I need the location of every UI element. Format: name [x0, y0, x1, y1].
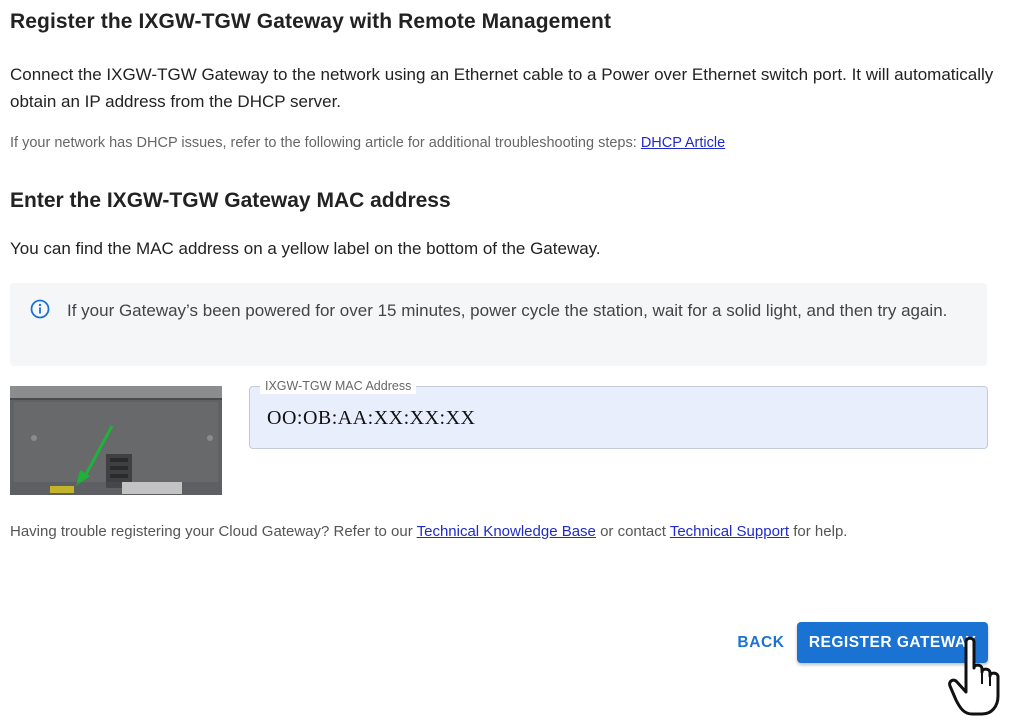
help-suffix: for help. — [789, 523, 848, 540]
dhcp-article-link[interactable]: DHCP Article — [641, 135, 725, 151]
dhcp-note: If your network has DHCP issues, refer t… — [10, 135, 725, 151]
connect-instructions: Connect the IXGW-TGW Gateway to the netw… — [10, 65, 994, 111]
technical-support-link[interactable]: Technical Support — [670, 523, 789, 540]
info-alert-text: If your Gateway’s been powered for over … — [67, 301, 948, 320]
dhcp-note-text: If your network has DHCP issues, refer t… — [10, 135, 641, 151]
gateway-label-image — [10, 386, 222, 495]
mac-address-input[interactable] — [265, 403, 969, 433]
mac-address-label: IXGW-TGW MAC Address — [260, 378, 417, 394]
mac-location-hint: You can find the MAC address on a yellow… — [10, 239, 601, 258]
info-circle-icon — [30, 299, 50, 319]
help-middle: or contact — [595, 523, 670, 540]
help-prefix: Having trouble registering your Cloud Ga… — [10, 523, 417, 540]
info-alert: If your Gateway’s been powered for over … — [10, 283, 987, 366]
back-button[interactable]: BACK — [728, 624, 794, 662]
mac-section-title: Enter the IXGW-TGW Gateway MAC address — [10, 189, 451, 212]
mac-address-field: IXGW-TGW MAC Address — [249, 378, 988, 449]
knowledge-base-link[interactable]: Technical Knowledge Base — [417, 523, 596, 540]
page-title: Register the IXGW-TGW Gateway with Remot… — [10, 10, 612, 33]
hand-pointer-icon — [948, 636, 1000, 716]
help-text: Having trouble registering your Cloud Ga… — [10, 523, 847, 540]
